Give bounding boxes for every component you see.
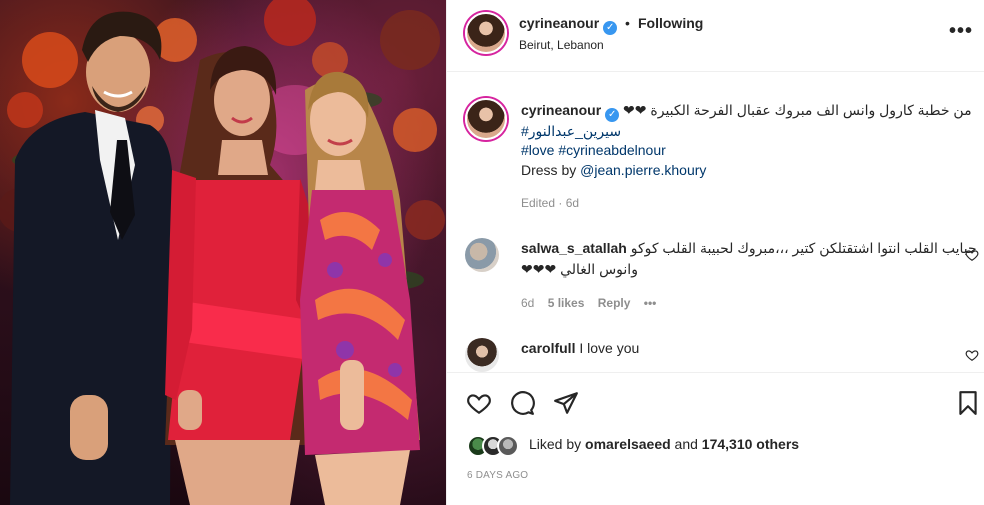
post-time-ago[interactable]: 6 DAYS AGO xyxy=(467,470,528,481)
comment-age[interactable]: 6d xyxy=(521,296,534,310)
liked-by-text: Liked by omarelsaeed and 174,310 others xyxy=(529,436,799,452)
comment-text-line2: وانوس الغالي ❤❤❤ xyxy=(521,261,638,277)
hashtag-arabic[interactable]: #سيرين_عبدالنور xyxy=(521,123,621,140)
bookmark-icon[interactable] xyxy=(955,390,981,416)
comment-first-line: salwa_s_atallah حبايب القلب انتوا اشتقتل… xyxy=(521,240,977,257)
comment-more-icon[interactable]: ••• xyxy=(644,296,657,310)
caption-first-line: cyrineanour ✓ ❤❤ من خطبة كارول وانس الف م… xyxy=(521,102,972,122)
liked-by-count[interactable]: 174,310 others xyxy=(702,436,799,452)
following-button[interactable]: Following xyxy=(638,15,703,31)
post-header: cyrineanour ✓ • Following Beirut, Lebanon… xyxy=(447,0,984,72)
caption-hashtags-line: #love #cyrineabdelnour xyxy=(521,142,666,158)
commenter-avatar[interactable] xyxy=(465,238,499,272)
post-location[interactable]: Beirut, Lebanon xyxy=(519,38,604,52)
comment-first-line: carolfull I love you xyxy=(521,340,639,356)
caption-hearts: ❤❤ xyxy=(623,102,647,118)
more-options-icon[interactable]: ••• xyxy=(949,20,973,43)
liked-by-prefix: Liked by xyxy=(529,436,586,452)
post-actions: Liked by omarelsaeed and 174,310 others … xyxy=(447,372,984,505)
edited-label: Edited xyxy=(521,196,556,210)
caption-author-username[interactable]: cyrineanour ✓ xyxy=(521,102,620,122)
comment-meta: 6d 5 likes Reply ••• xyxy=(521,296,656,310)
liked-by-avatars[interactable] xyxy=(467,435,527,457)
heart-icon[interactable] xyxy=(965,248,979,262)
liked-by-user[interactable]: omarelsaeed xyxy=(585,436,671,452)
dress-prefix: Dress by xyxy=(521,162,581,178)
dress-mention[interactable]: @jean.pierre.khoury xyxy=(580,162,706,178)
author-avatar[interactable] xyxy=(465,12,507,54)
commenter-avatar[interactable] xyxy=(465,338,499,372)
caption-dress-line: Dress by @jean.pierre.khoury xyxy=(521,162,706,178)
post-detail-panel: cyrineanour ✓ • Following Beirut, Lebanon… xyxy=(446,0,984,505)
comment-text: I love you xyxy=(579,340,640,356)
commenter-username[interactable]: carolfull xyxy=(521,340,575,356)
hashtag-name[interactable]: #cyrineabdelnour xyxy=(558,142,665,158)
reply-button[interactable]: Reply xyxy=(598,296,631,310)
comment-likes[interactable]: 5 likes xyxy=(548,296,585,310)
hashtag-love[interactable]: #love xyxy=(521,142,554,158)
post-photo[interactable] xyxy=(0,0,446,505)
caption-age[interactable]: 6d xyxy=(566,196,579,210)
commenter-username[interactable]: salwa_s_atallah xyxy=(521,240,627,256)
caption-text: من خطبة كارول وانس الف مبروك عقبال الفرح… xyxy=(650,102,972,118)
verified-badge-icon: ✓ xyxy=(603,21,618,35)
separator-dot: • xyxy=(625,15,630,31)
comment-text-line1: حبايب القلب انتوا اشتقتلكن كتير ،،،مبروك… xyxy=(630,240,977,256)
meta-dot: · xyxy=(558,196,563,210)
heart-icon[interactable] xyxy=(965,348,979,362)
liked-by-and: and xyxy=(670,436,702,452)
paper-plane-icon[interactable] xyxy=(553,390,579,416)
post-photo-illustration xyxy=(0,0,445,505)
caption-meta: Edited · 6d xyxy=(521,196,579,210)
verified-badge-icon: ✓ xyxy=(605,108,620,122)
heart-icon[interactable] xyxy=(466,390,492,416)
author-username[interactable]: cyrineanour ✓ xyxy=(519,15,618,35)
caption-author-avatar[interactable] xyxy=(465,98,507,140)
liker-avatar xyxy=(497,435,519,457)
comment-icon[interactable] xyxy=(509,390,535,416)
